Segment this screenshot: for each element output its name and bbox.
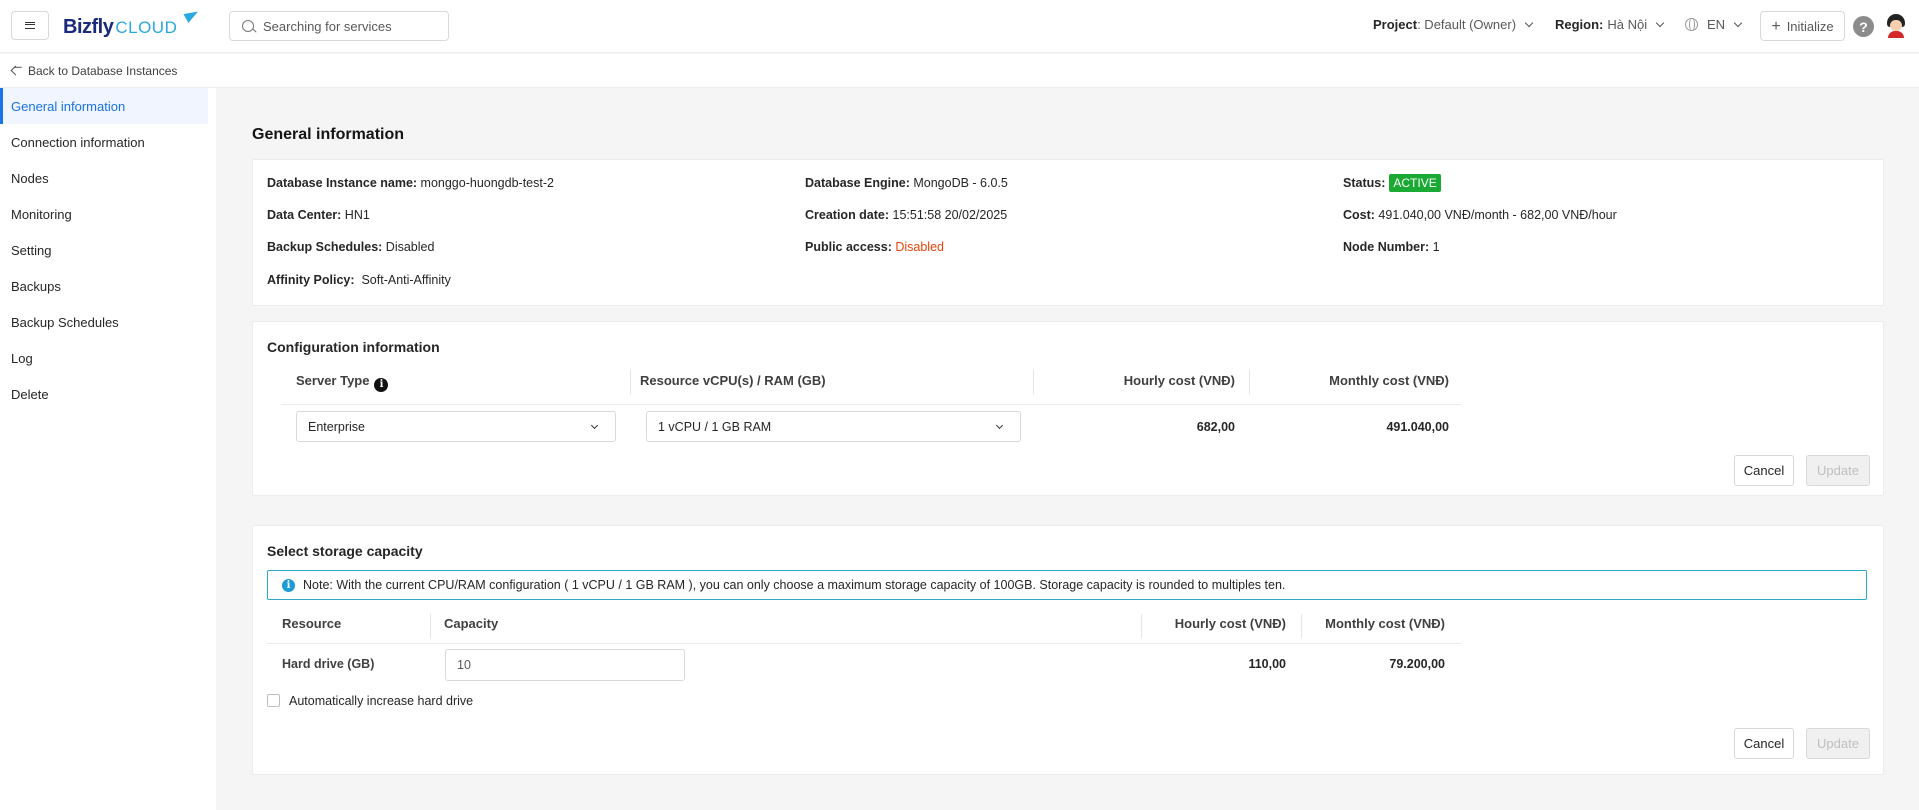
chevron-down-icon bbox=[590, 421, 599, 430]
initialize-button[interactable]: + Initialize bbox=[1760, 11, 1845, 41]
resource-select[interactable]: 1 vCPU / 1 GB RAM bbox=[646, 411, 1021, 442]
status-badge: ACTIVE bbox=[1389, 174, 1441, 192]
hamburger-icon bbox=[25, 22, 35, 29]
sidebar-item-general-information[interactable]: General information bbox=[0, 88, 208, 124]
chevron-down-icon bbox=[1524, 18, 1534, 27]
top-header: Bizfly CLOUD Project : Default (Owner) R… bbox=[0, 0, 1919, 53]
hourly-cost-value: 682,00 bbox=[1196, 420, 1235, 434]
project-selector[interactable]: Project : Default (Owner) bbox=[1373, 17, 1534, 32]
header-server-type: Server Type i bbox=[296, 373, 389, 392]
region-value: Hà Nội bbox=[1607, 17, 1648, 32]
monthly-cost-value: 491.040,00 bbox=[1386, 420, 1449, 434]
breadcrumb-bar: Back to Database Instances bbox=[0, 54, 1919, 88]
main-content: General information Database Instance na… bbox=[216, 88, 1919, 810]
language-selector[interactable]: EN bbox=[1685, 17, 1743, 32]
status: Status: ACTIVE bbox=[1343, 174, 1441, 192]
paper-plane-icon bbox=[183, 7, 201, 23]
auto-increase-checkbox[interactable] bbox=[267, 694, 280, 707]
instance-name: Database Instance name: monggo-huongdb-t… bbox=[267, 176, 554, 190]
storage-hourly-cost-value: 110,00 bbox=[1248, 657, 1286, 671]
header-hourly-cost: Hourly cost (VNĐ) bbox=[1174, 616, 1286, 631]
search-input[interactable] bbox=[263, 18, 443, 34]
page-title: General information bbox=[252, 126, 405, 143]
info-icon: i bbox=[282, 578, 295, 592]
storage-title: Select storage capacity bbox=[267, 543, 423, 559]
header-monthly-cost: Monthly cost (VNĐ) bbox=[1325, 616, 1445, 631]
sidebar-item-connection-information[interactable]: Connection information bbox=[0, 124, 208, 160]
chevron-down-icon bbox=[1655, 18, 1665, 27]
data-center: Data Center: HN1 bbox=[267, 208, 370, 222]
search-icon bbox=[242, 20, 254, 32]
region-selector[interactable]: Region: Hà Nội bbox=[1555, 17, 1665, 32]
header-capacity: Capacity bbox=[444, 616, 499, 631]
capacity-input[interactable] bbox=[445, 649, 685, 681]
storage-note: i Note: With the current CPU/RAM configu… bbox=[267, 570, 1867, 600]
storage-card: Select storage capacity i Note: With the… bbox=[252, 525, 1884, 775]
sidebar-item-delete[interactable]: Delete bbox=[0, 376, 208, 412]
language-value: EN bbox=[1707, 17, 1726, 32]
sidebar-item-nodes[interactable]: Nodes bbox=[0, 160, 208, 196]
database-engine: Database Engine: MongoDB - 6.0.5 bbox=[805, 176, 1008, 190]
project-label: Project bbox=[1373, 17, 1418, 32]
sidebar-item-backup-schedules[interactable]: Backup Schedules bbox=[0, 304, 208, 340]
storage-update-button[interactable]: Update bbox=[1806, 728, 1870, 759]
general-info-card: Database Instance name: monggo-huongdb-t… bbox=[252, 159, 1884, 306]
menu-toggle-button[interactable] bbox=[11, 11, 49, 40]
arrow-left-icon bbox=[10, 65, 21, 76]
project-value: : Default (Owner) bbox=[1417, 17, 1517, 32]
backup-schedules: Backup Schedules: Disabled bbox=[267, 240, 435, 254]
config-update-button[interactable]: Update bbox=[1806, 455, 1870, 486]
chevron-down-icon bbox=[995, 421, 1004, 430]
info-icon[interactable]: i bbox=[374, 377, 389, 392]
cost: Cost: 491.040,00 VNĐ/month - 682,00 VNĐ/… bbox=[1343, 208, 1617, 222]
sidebar-item-log[interactable]: Log bbox=[0, 340, 208, 376]
configuration-title: Configuration information bbox=[267, 339, 440, 355]
header-monthly-cost: Monthly cost (VNĐ) bbox=[1329, 373, 1449, 388]
sidebar-item-backups[interactable]: Backups bbox=[0, 268, 208, 304]
chevron-down-icon bbox=[1733, 18, 1743, 27]
configuration-card: Configuration information Server Type i R… bbox=[252, 321, 1884, 496]
region-label: Region: bbox=[1555, 17, 1604, 32]
sidebar-item-setting[interactable]: Setting bbox=[0, 232, 208, 268]
header-hourly-cost: Hourly cost (VNĐ) bbox=[1123, 373, 1235, 388]
plus-icon: + bbox=[1771, 17, 1781, 35]
server-type-select[interactable]: Enterprise bbox=[296, 411, 616, 442]
initialize-label: Initialize bbox=[1786, 18, 1834, 34]
config-cancel-button[interactable]: Cancel bbox=[1734, 455, 1794, 486]
service-search[interactable] bbox=[229, 11, 449, 41]
auto-increase-label[interactable]: Automatically increase hard drive bbox=[289, 694, 473, 708]
avatar[interactable] bbox=[1885, 14, 1907, 38]
storage-cancel-button[interactable]: Cancel bbox=[1734, 728, 1794, 759]
affinity-policy: Affinity Policy: Soft-Anti-Affinity bbox=[267, 273, 451, 287]
header-resource: Resource vCPU(s) / RAM (GB) bbox=[640, 373, 826, 388]
back-link[interactable]: Back to Database Instances bbox=[28, 64, 177, 78]
globe-icon bbox=[1685, 18, 1698, 31]
header-resource: Resource bbox=[282, 616, 342, 631]
bizfly-logo[interactable]: Bizfly CLOUD bbox=[63, 7, 201, 40]
sidebar: General information Connection informati… bbox=[0, 88, 216, 810]
row-label-hard-drive: Hard drive (GB) bbox=[282, 657, 375, 671]
help-icon[interactable]: ? bbox=[1853, 16, 1874, 37]
logo-subtext: CLOUD bbox=[115, 18, 178, 37]
logo-text: Bizfly bbox=[63, 16, 114, 38]
node-number: Node Number: 1 bbox=[1343, 240, 1440, 254]
storage-monthly-cost-value: 79.200,00 bbox=[1389, 657, 1445, 671]
public-access: Public access: Disabled bbox=[805, 240, 944, 254]
sidebar-item-monitoring[interactable]: Monitoring bbox=[0, 196, 208, 232]
creation-date: Creation date: 15:51:58 20/02/2025 bbox=[805, 208, 1008, 222]
